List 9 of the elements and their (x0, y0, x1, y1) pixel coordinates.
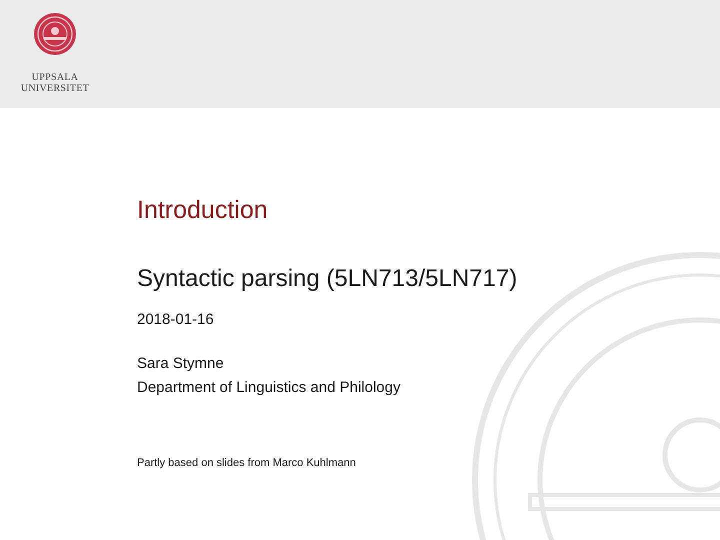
seal-icon (33, 12, 77, 56)
slide-title: Introduction (137, 196, 268, 225)
university-name: UPPSALA (32, 72, 78, 83)
author-name: Sara Stymne (137, 355, 224, 372)
date: 2018-01-16 (137, 311, 214, 328)
university-name: UNIVERSITET (20, 83, 90, 94)
slide-subtitle: Syntactic parsing (5LN713/5LN717) (137, 265, 518, 293)
department: Department of Linguistics and Philology (137, 379, 400, 396)
credit-note: Partly based on slides from Marco Kuhlmann (137, 457, 356, 469)
